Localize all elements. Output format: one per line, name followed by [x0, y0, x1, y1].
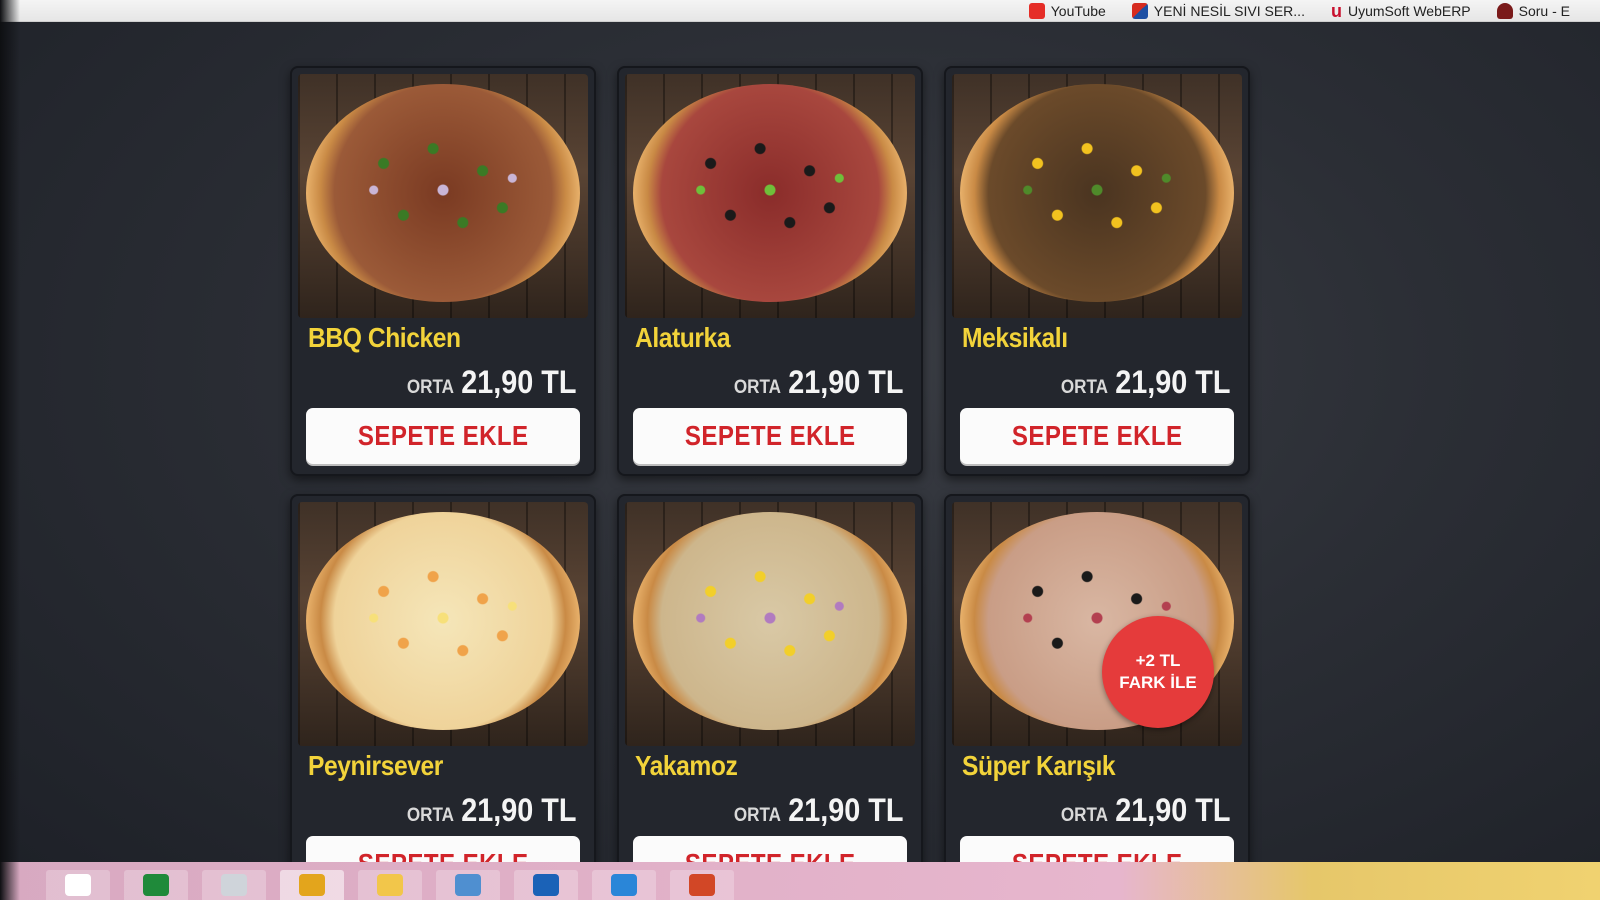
product-card: Meksikalı ORTA 21,90 TL SEPETE EKLE — [944, 66, 1250, 476]
product-grid: BBQ Chicken ORTA 21,90 TL SEPETE EKLE Al… — [290, 66, 1250, 900]
add-to-cart-label: SEPETE EKLE — [684, 420, 856, 451]
product-image[interactable] — [625, 502, 915, 746]
product-size: ORTA — [733, 805, 781, 826]
product-card: BBQ Chicken ORTA 21,90 TL SEPETE EKLE — [290, 66, 596, 476]
product-price-row: ORTA 21,90 TL — [1060, 792, 1230, 829]
bookmark-uyumsoft[interactable]: u UyumSoft WebERP — [1330, 0, 1471, 21]
taskbar-item[interactable] — [358, 870, 422, 900]
mouse-icon — [221, 874, 247, 896]
product-image[interactable] — [298, 502, 588, 746]
folder-icon — [377, 874, 403, 896]
product-price: 21,90 TL — [1114, 792, 1230, 828]
taskbar-item[interactable] — [670, 870, 734, 900]
product-card: Peynirsever ORTA 21,90 TL SEPETE EKLE — [290, 494, 596, 900]
bookmark-youtube[interactable]: YouTube — [1028, 2, 1106, 19]
product-price-row: ORTA 21,90 TL — [733, 364, 903, 401]
uyumsoft-icon: u — [1330, 0, 1342, 21]
bookmark-label: YouTube — [1050, 2, 1106, 19]
product-image[interactable] — [298, 74, 588, 318]
product-price: 21,90 TL — [1114, 364, 1230, 400]
product-price: 21,90 TL — [460, 364, 576, 400]
product-name: Peynirsever — [308, 750, 443, 781]
monitor-bezel — [0, 0, 20, 900]
product-name: Alaturka — [635, 322, 731, 353]
product-card: Yakamoz ORTA 21,90 TL SEPETE EKLE — [617, 494, 923, 900]
product-name: Meksikalı — [962, 322, 1068, 353]
soru-icon — [1496, 2, 1513, 19]
product-card: +2 TL FARK İLE Süper Karışık ORTA 21,90 … — [944, 494, 1250, 900]
add-to-cart-button[interactable]: SEPETE EKLE — [306, 408, 580, 464]
chrome-icon — [299, 874, 325, 896]
pizza-image — [960, 84, 1234, 302]
store-icon — [143, 874, 169, 896]
ie-icon — [611, 874, 637, 896]
pizza-image — [306, 512, 580, 730]
taskbar-item[interactable] — [280, 870, 344, 900]
powerpoint-icon — [689, 874, 715, 896]
taskbar-item[interactable] — [514, 870, 578, 900]
add-to-cart-button[interactable]: SEPETE EKLE — [633, 408, 907, 464]
product-price: 21,90 TL — [460, 792, 576, 828]
add-to-cart-button[interactable]: SEPETE EKLE — [960, 408, 1234, 464]
bookmark-label: UyumSoft WebERP — [1347, 2, 1471, 19]
taskbar-item[interactable] — [436, 870, 500, 900]
product-size: ORTA — [733, 377, 781, 398]
product-size: ORTA — [406, 805, 454, 826]
taskbar-item[interactable] — [46, 870, 110, 900]
product-image[interactable] — [952, 74, 1242, 318]
pizza-image — [633, 512, 907, 730]
taskbar-item[interactable] — [124, 870, 188, 900]
product-name: Yakamoz — [635, 750, 738, 781]
image-viewer-icon — [455, 874, 481, 896]
bookmark-soru[interactable]: Soru - E — [1496, 2, 1570, 19]
product-price: 21,90 TL — [787, 364, 903, 400]
product-size: ORTA — [406, 377, 454, 398]
product-size: ORTA — [1060, 805, 1108, 826]
product-name: BBQ Chicken — [308, 322, 461, 353]
bookmark-yeni-nesil[interactable]: YENİ NESİL SIVI SER... — [1131, 2, 1305, 19]
product-image[interactable] — [625, 74, 915, 318]
product-size: ORTA — [1060, 377, 1108, 398]
add-to-cart-label: SEPETE EKLE — [357, 420, 529, 451]
taskbar-item[interactable] — [592, 870, 656, 900]
product-image[interactable]: +2 TL FARK İLE — [952, 502, 1242, 746]
pizza-image — [306, 84, 580, 302]
product-price-row: ORTA 21,90 TL — [406, 792, 576, 829]
outlook-icon — [533, 874, 559, 896]
screen: YouTube YENİ NESİL SIVI SER... u UyumSof… — [0, 0, 1600, 900]
add-to-cart-label: SEPETE EKLE — [1011, 420, 1183, 451]
product-price: 21,90 TL — [787, 792, 903, 828]
price-difference-badge: +2 TL FARK İLE — [1102, 616, 1214, 728]
bookmarks-bar: YouTube YENİ NESİL SIVI SER... u UyumSof… — [0, 0, 1600, 22]
pizza-image — [633, 84, 907, 302]
taskbar-item[interactable] — [202, 870, 266, 900]
start-icon — [65, 874, 91, 896]
product-price-row: ORTA 21,90 TL — [733, 792, 903, 829]
product-name: Süper Karışık — [962, 750, 1116, 781]
yenisivi-icon — [1131, 2, 1148, 19]
product-card: Alaturka ORTA 21,90 TL SEPETE EKLE — [617, 66, 923, 476]
bookmark-label: YENİ NESİL SIVI SER... — [1153, 2, 1305, 19]
taskbar — [0, 862, 1600, 900]
product-price-row: ORTA 21,90 TL — [406, 364, 576, 401]
youtube-icon — [1028, 2, 1045, 19]
bookmark-label: Soru - E — [1518, 2, 1570, 19]
product-price-row: ORTA 21,90 TL — [1060, 364, 1230, 401]
